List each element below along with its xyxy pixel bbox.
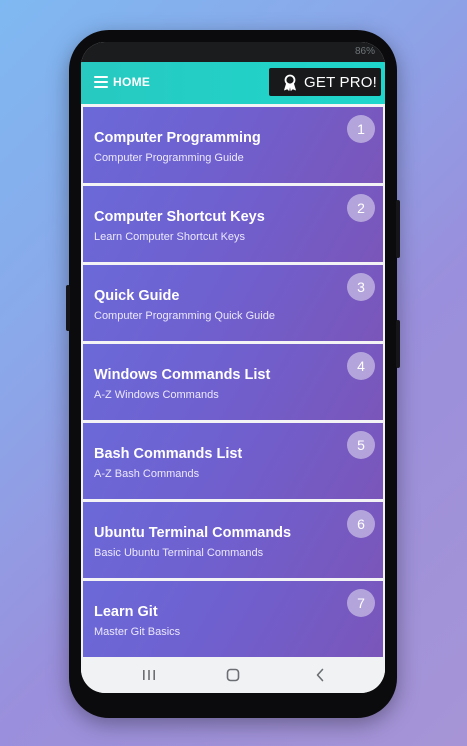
item-subtitle: Computer Programming Guide: [94, 152, 244, 164]
app-bar: HOME GET PRO!: [81, 62, 385, 104]
item-title: Windows Commands List: [94, 367, 271, 383]
list-item[interactable]: Quick Guide Computer Programming Quick G…: [83, 265, 383, 341]
item-title: Quick Guide: [94, 288, 180, 304]
home-nav-button[interactable]: [208, 657, 258, 693]
item-subtitle: Learn Computer Shortcut Keys: [94, 231, 246, 243]
item-number-badge: 4: [347, 352, 375, 380]
item-title: Ubuntu Terminal Commands: [94, 525, 292, 541]
recent-apps-icon: [143, 670, 155, 680]
item-title: Learn Git: [94, 604, 158, 620]
item-subtitle: A-Z Windows Commands: [94, 389, 219, 401]
back-chevron-icon: [316, 668, 324, 682]
item-number-badge: 3: [347, 273, 375, 301]
item-subtitle: Computer Programming Quick Guide: [94, 310, 275, 322]
recent-apps-button[interactable]: [124, 657, 174, 693]
item-title: Computer Shortcut Keys: [94, 209, 265, 225]
app-screen: 86% HOME GET PRO! Computer Programming C…: [81, 42, 385, 693]
hamburger-menu-icon[interactable]: [94, 76, 108, 88]
award-ribbon-icon: [284, 74, 296, 91]
list-item[interactable]: Computer Programming Computer Programmin…: [83, 107, 383, 183]
list-item[interactable]: Windows Commands List A-Z Windows Comman…: [83, 344, 383, 420]
home-label[interactable]: HOME: [113, 75, 150, 89]
item-subtitle: Basic Ubuntu Terminal Commands: [94, 547, 264, 559]
list-item[interactable]: Learn Git Master Git Basics 7: [83, 581, 383, 657]
item-number-badge: 7: [347, 589, 375, 617]
back-nav-button[interactable]: [295, 657, 345, 693]
get-pro-button[interactable]: GET PRO!: [269, 68, 381, 96]
battery-text: 86%: [354, 46, 375, 57]
list-item[interactable]: Computer Shortcut Keys Learn Computer Sh…: [83, 186, 383, 262]
get-pro-label: GET PRO!: [304, 73, 378, 91]
item-subtitle: Master Git Basics: [94, 626, 181, 638]
list-item[interactable]: Bash Commands List A-Z Bash Commands 5: [83, 423, 383, 499]
volume-button: [66, 285, 70, 331]
status-bar: 86%: [81, 42, 385, 62]
home-icon: [226, 668, 240, 682]
side-button-upper: [396, 200, 400, 258]
power-button: [396, 320, 400, 368]
item-number-badge: 6: [347, 510, 375, 538]
item-number-badge: 2: [347, 194, 375, 222]
list-item[interactable]: Ubuntu Terminal Commands Basic Ubuntu Te…: [83, 502, 383, 578]
item-number-badge: 1: [347, 115, 375, 143]
item-subtitle: A-Z Bash Commands: [94, 468, 200, 480]
item-number-badge: 5: [347, 431, 375, 459]
system-nav-bar: [81, 657, 385, 693]
item-title: Computer Programming: [94, 130, 261, 146]
item-title: Bash Commands List: [94, 446, 243, 462]
